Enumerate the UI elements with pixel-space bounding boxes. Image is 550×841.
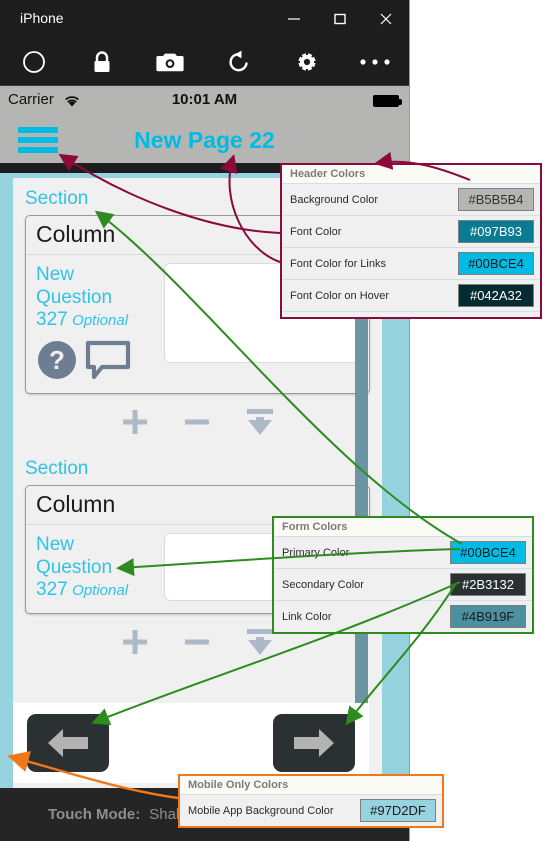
form-link-color-value[interactable]: #4B919F <box>450 605 526 628</box>
header-bg-color-label: Background Color <box>290 193 379 206</box>
add-row-icon[interactable] <box>119 406 151 438</box>
rotate-icon[interactable] <box>205 38 273 86</box>
section-label-2: Section <box>25 458 89 479</box>
form-secondary-color-value[interactable]: #2B3132 <box>450 573 526 596</box>
table-row: Font Color #097B93 <box>282 215 540 247</box>
add-row-icon[interactable] <box>119 626 151 658</box>
minimize-button[interactable] <box>271 0 317 38</box>
header-colors-panel: Header Colors Background Color #B5B5B4 F… <box>280 163 542 319</box>
mobile-only-colors-title: Mobile Only Colors <box>180 776 442 794</box>
panel-footer <box>282 311 540 317</box>
gear-icon[interactable] <box>273 38 341 86</box>
table-row: Primary Color #00BCE4 <box>274 536 532 568</box>
mobile-app-bg-color-label: Mobile App Background Color <box>188 804 334 817</box>
table-row: Font Color on Hover #042A32 <box>282 279 540 311</box>
question-number-2: 327 <box>36 579 68 600</box>
form-primary-color-label: Primary Color <box>282 546 350 559</box>
status-time: 10:01 AM <box>171 91 238 108</box>
table-row: Font Color for Links #00BCE4 <box>282 247 540 279</box>
iphone-emulator-window: iPhone Carrier 10:01 AM New Page 22 Sect… <box>0 0 410 841</box>
home-circle-icon[interactable] <box>0 38 68 86</box>
header-hover-color-value[interactable]: #042A32 <box>458 284 534 307</box>
emulator-titlebar: iPhone <box>0 0 409 38</box>
emulator-toolbar <box>0 38 409 86</box>
question-number-row-1: 327 Optional <box>36 309 154 331</box>
header-font-color-value[interactable]: #097B93 <box>458 220 534 243</box>
form-navigation-bar <box>13 703 369 783</box>
remove-row-icon[interactable] <box>181 406 213 438</box>
help-question-icon[interactable]: ? <box>36 339 78 381</box>
question-number-row-2: 327 Optional <box>36 579 154 601</box>
question-optional-2: Optional <box>72 582 129 599</box>
form-link-color-label: Link Color <box>282 610 332 623</box>
question-line1-2: New <box>36 534 75 555</box>
comment-bubble-icon[interactable] <box>84 339 132 381</box>
app-header: New Page 22 <box>0 116 409 163</box>
table-row: Link Color #4B919F <box>274 600 532 632</box>
insert-below-icon[interactable] <box>243 406 277 438</box>
question-line2-2: Question <box>36 557 113 578</box>
table-row: Secondary Color #2B3132 <box>274 568 532 600</box>
window-controls <box>271 0 409 38</box>
close-button[interactable] <box>363 0 409 38</box>
header-link-color-value[interactable]: #00BCE4 <box>458 252 534 275</box>
question-optional-1: Optional <box>72 312 129 329</box>
more-ellipsis-icon[interactable] <box>341 38 409 86</box>
battery-full-icon <box>373 95 402 107</box>
camera-icon[interactable] <box>136 38 204 86</box>
header-hover-color-label: Font Color on Hover <box>290 289 390 302</box>
mobile-only-colors-panel: Mobile Only Colors Mobile App Background… <box>178 774 444 828</box>
table-row: Mobile App Background Color #97D2DF <box>180 794 442 826</box>
lock-icon[interactable] <box>68 38 136 86</box>
touch-mode-label: Touch Mode: <box>48 806 141 823</box>
mobile-app-bg-color-value[interactable]: #97D2DF <box>360 799 436 822</box>
question-number-1: 327 <box>36 309 68 330</box>
form-colors-title: Form Colors <box>274 518 532 536</box>
question-icons-1: ? <box>36 339 154 381</box>
form-colors-panel: Form Colors Primary Color #00BCE4 Second… <box>272 516 534 634</box>
question-line2-1: Question <box>36 287 113 308</box>
question-line1-1: New <box>36 264 75 285</box>
form-primary-color-value[interactable]: #00BCE4 <box>450 541 526 564</box>
next-page-button[interactable] <box>273 714 355 772</box>
header-font-color-label: Font Color <box>290 225 342 238</box>
question-meta-1: New Question 327 Optional ? <box>36 263 154 381</box>
remove-row-icon[interactable] <box>181 626 213 658</box>
emulator-window-title: iPhone <box>20 10 64 26</box>
table-row: Background Color #B5B5B4 <box>282 183 540 215</box>
form-secondary-color-label: Secondary Color <box>282 578 364 591</box>
header-bg-color-value[interactable]: #B5B5B4 <box>458 188 534 211</box>
screenshot-root: D SALES SME V3 iPhone <box>0 0 550 841</box>
ios-status-bar: Carrier 10:01 AM <box>0 86 409 116</box>
page-title: New Page 22 <box>134 127 275 153</box>
maximize-button[interactable] <box>317 0 363 38</box>
svg-text:?: ? <box>49 345 65 375</box>
previous-page-button[interactable] <box>27 714 109 772</box>
header-link-color-label: Font Color for Links <box>290 257 386 270</box>
header-colors-title: Header Colors <box>282 165 540 183</box>
row-tools-1 <box>13 394 382 448</box>
question-meta-2: New Question 327 Optional <box>36 533 154 601</box>
